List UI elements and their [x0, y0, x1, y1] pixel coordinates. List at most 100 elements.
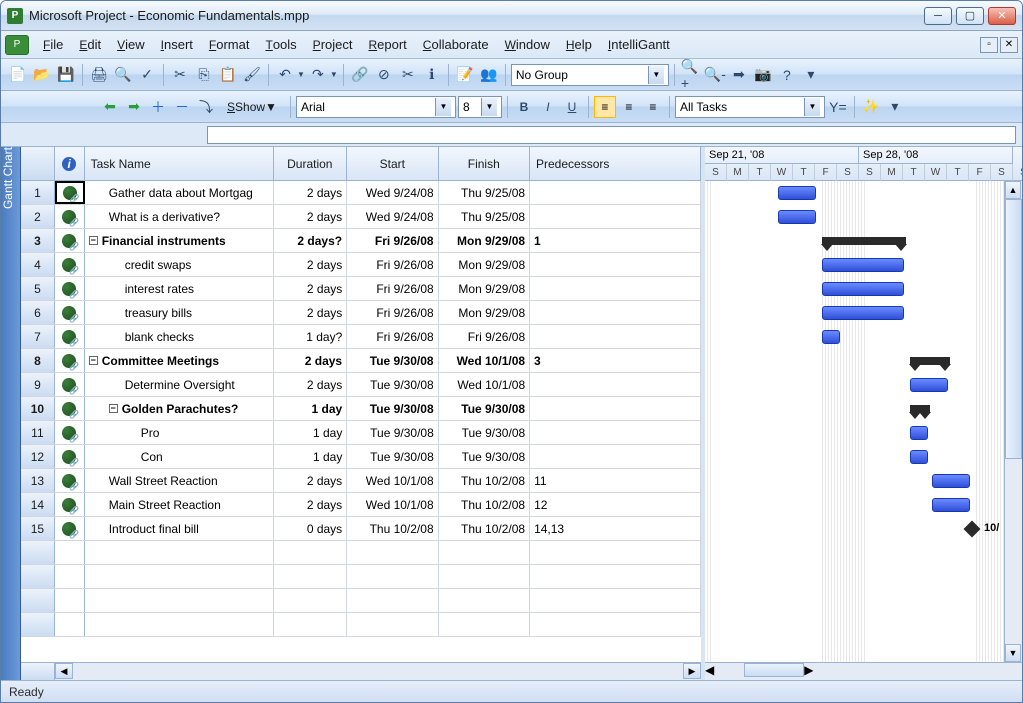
row-number[interactable]: 10 [21, 397, 55, 420]
task-name-cell[interactable]: Pro [85, 421, 274, 444]
gantt-vscrollbar[interactable]: ▲ ▼ [1004, 181, 1022, 662]
titlebar[interactable]: P Microsoft Project - Economic Fundament… [1, 1, 1022, 31]
menu-insert[interactable]: Insert [153, 33, 201, 56]
gantt-bar[interactable] [822, 330, 840, 344]
row-number[interactable]: 9 [21, 373, 55, 396]
table-row[interactable]: 11Pro1 dayTue 9/30/08Tue 9/30/08 [21, 421, 701, 445]
predecessors-cell[interactable]: 12 [530, 493, 701, 516]
align-left-icon[interactable]: ≡ [594, 96, 616, 118]
maximize-button[interactable]: ▢ [956, 7, 984, 25]
help-icon[interactable]: ? [776, 64, 798, 86]
dropdown-arrow-icon[interactable]: ▼ [648, 66, 664, 84]
outdent-icon[interactable]: ＋ [147, 96, 169, 118]
table-row-empty[interactable] [21, 541, 701, 565]
row-number[interactable]: 13 [21, 469, 55, 492]
scroll-down-icon[interactable]: ▼ [1005, 644, 1021, 662]
menu-edit[interactable]: Edit [71, 33, 109, 56]
scroll-left-icon[interactable]: ◀ [55, 663, 73, 679]
collapse-icon[interactable]: − [109, 404, 118, 413]
duration-cell[interactable]: 2 days [274, 373, 348, 396]
duration-cell[interactable]: 1 day [274, 397, 348, 420]
table-row-empty[interactable] [21, 589, 701, 613]
task-notes-icon[interactable]: 📝 [454, 64, 476, 86]
dropdown-arrow-icon[interactable]: ▼ [804, 98, 820, 116]
task-name-cell[interactable]: Wall Street Reaction [85, 469, 274, 492]
predecessors-cell[interactable] [530, 253, 701, 276]
view-bar[interactable]: Gantt Chart [1, 147, 21, 680]
row-number[interactable]: 5 [21, 277, 55, 300]
summary-bar[interactable] [910, 357, 950, 365]
finish-cell[interactable]: Mon 9/29/08 [439, 229, 530, 252]
predecessors-cell[interactable] [530, 325, 701, 348]
row-number[interactable]: 8 [21, 349, 55, 372]
table-row[interactable]: 5interest rates2 daysFri 9/26/08Mon 9/29… [21, 277, 701, 301]
start-cell[interactable]: Fri 9/26/08 [347, 277, 438, 300]
zoom-out-icon[interactable]: 🔍- [704, 64, 726, 86]
predecessors-cell[interactable] [530, 205, 701, 228]
row-number[interactable]: 7 [21, 325, 55, 348]
menu-file[interactable]: File [35, 33, 71, 56]
start-cell[interactable]: Wed 10/1/08 [347, 469, 438, 492]
start-cell[interactable]: Fri 9/26/08 [347, 229, 438, 252]
menu-tools[interactable]: Tools [257, 33, 304, 56]
bold-icon[interactable]: B [513, 96, 535, 118]
italic-icon[interactable]: I [537, 96, 559, 118]
row-number[interactable]: 11 [21, 421, 55, 444]
row-number[interactable]: 1 [21, 181, 55, 204]
task-info-icon[interactable]: ℹ [421, 64, 443, 86]
finish-cell[interactable]: Thu 10/2/08 [439, 517, 530, 540]
gantt-bar[interactable] [910, 378, 948, 392]
duration-cell[interactable]: 2 days [274, 469, 348, 492]
undo-dropdown-icon[interactable]: ▼ [297, 70, 305, 79]
indicator-cell[interactable] [55, 421, 85, 444]
copy-icon[interactable]: ⎘ [193, 64, 215, 86]
indent-icon[interactable]: － [171, 96, 193, 118]
indicator-cell[interactable] [55, 397, 85, 420]
table-row[interactable]: 8−Committee Meetings2 daysTue 9/30/08Wed… [21, 349, 701, 373]
task-name-cell[interactable]: −Golden Parachutes? [85, 397, 274, 420]
timescale-header[interactable]: Sep 21, '08 Sep 28, '08 SMTWTFSSMTWTFSS [705, 147, 1022, 181]
indicator-cell[interactable] [55, 253, 85, 276]
finish-cell[interactable]: Fri 9/26/08 [439, 325, 530, 348]
menu-help[interactable]: Help [558, 33, 600, 56]
select-all-header[interactable] [21, 147, 55, 180]
indicator-cell[interactable] [55, 205, 85, 228]
task-name-cell[interactable]: Introduct final bill [85, 517, 274, 540]
row-number[interactable]: 4 [21, 253, 55, 276]
save-icon[interactable]: 💾 [55, 64, 77, 86]
align-center-icon[interactable]: ≡ [618, 96, 640, 118]
finish-cell[interactable]: Thu 9/25/08 [439, 205, 530, 228]
indicator-cell[interactable] [55, 181, 85, 204]
predecessors-cell[interactable] [530, 373, 701, 396]
nav-back-icon[interactable]: ⬅ [99, 96, 121, 118]
start-cell[interactable]: Wed 9/24/08 [347, 205, 438, 228]
taskname-header[interactable]: Task Name [85, 147, 274, 180]
entry-input[interactable] [207, 126, 1016, 144]
finish-cell[interactable]: Tue 9/30/08 [439, 421, 530, 444]
indicator-cell[interactable] [55, 517, 85, 540]
indicator-cell[interactable] [55, 373, 85, 396]
group-by-combo[interactable]: No Group ▼ [511, 64, 669, 86]
gantt-bar[interactable] [910, 426, 928, 440]
copy-picture-icon[interactable]: 📷 [752, 64, 774, 86]
close-child-button[interactable]: ✕ [1000, 37, 1018, 53]
row-number[interactable]: 6 [21, 301, 55, 324]
table-row[interactable]: 9Determine Oversight2 daysTue 9/30/08Wed… [21, 373, 701, 397]
task-name-cell[interactable]: Main Street Reaction [85, 493, 274, 516]
task-name-cell[interactable]: credit swaps [85, 253, 274, 276]
restore-child-button[interactable]: ▫ [980, 37, 998, 53]
gantt-wizard-icon[interactable]: ✨ [860, 96, 882, 118]
dropdown-arrow-icon[interactable]: ▼ [435, 98, 451, 116]
indicator-cell[interactable] [55, 469, 85, 492]
start-cell[interactable]: Wed 10/1/08 [347, 493, 438, 516]
duration-cell[interactable]: 1 day [274, 445, 348, 468]
table-row-empty[interactable] [21, 613, 701, 637]
row-number[interactable]: 14 [21, 493, 55, 516]
task-name-cell[interactable]: Con [85, 445, 274, 468]
indicator-cell[interactable] [55, 445, 85, 468]
predecessors-header[interactable]: Predecessors [530, 147, 701, 180]
grid-hscrollbar[interactable]: ◀ ▶ [21, 662, 701, 680]
start-cell[interactable]: Fri 9/26/08 [347, 301, 438, 324]
table-row[interactable]: 12Con1 dayTue 9/30/08Tue 9/30/08 [21, 445, 701, 469]
task-name-cell[interactable]: treasury bills [85, 301, 274, 324]
